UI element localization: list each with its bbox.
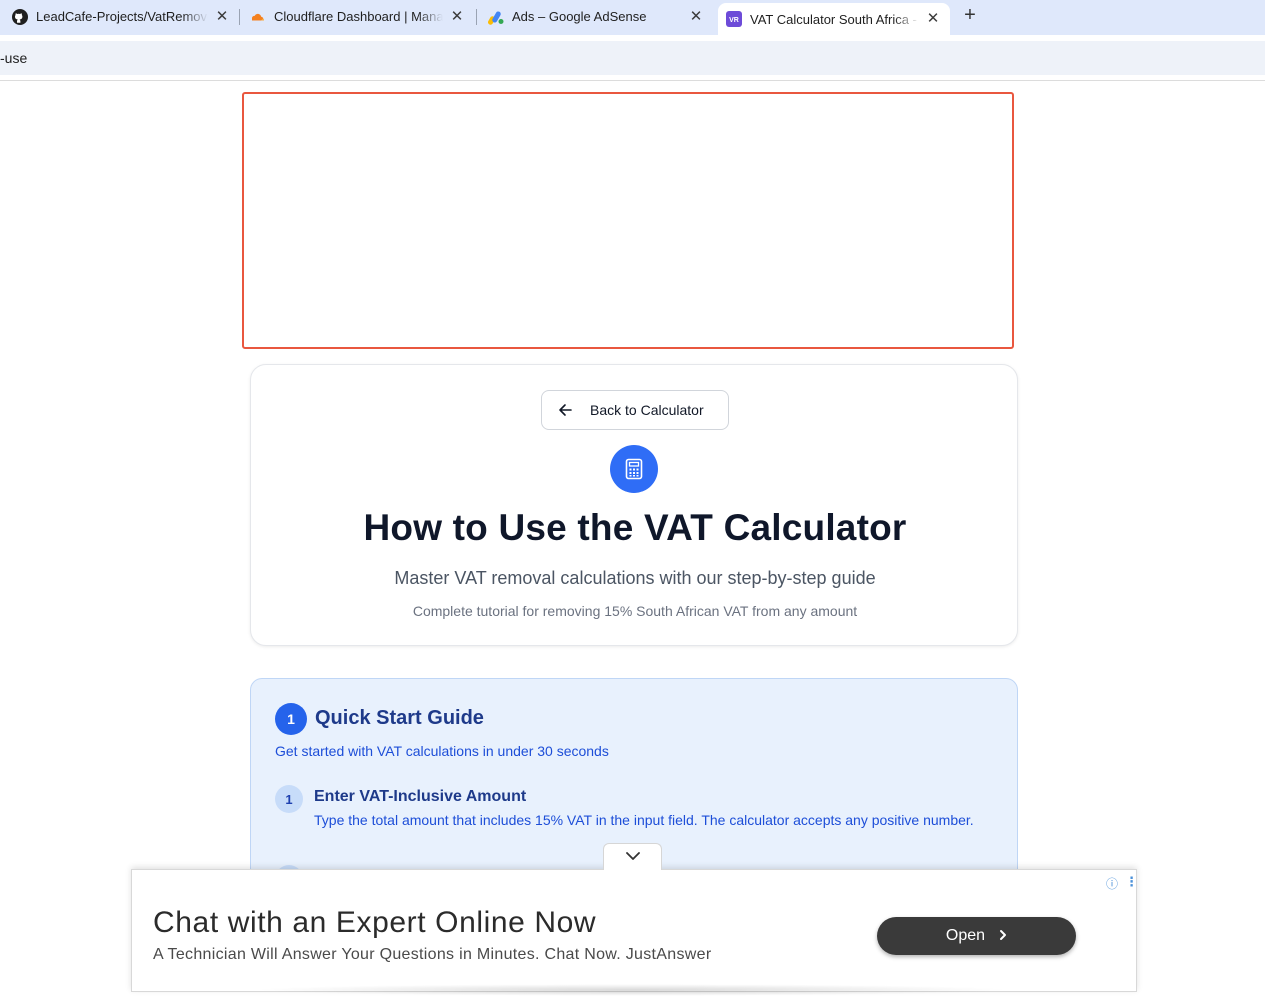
ad-placeholder (242, 92, 1014, 349)
tab-strip: LeadCafe-Projects/VatRemover ✕ Cloudflar… (0, 0, 1265, 35)
tab-github[interactable]: LeadCafe-Projects/VatRemover ✕ (12, 0, 230, 33)
page-tagline: Complete tutorial for removing 15% South… (412, 603, 858, 619)
section-number-badge: 1 (275, 703, 307, 735)
ad-shadow (252, 984, 1012, 996)
github-icon (12, 8, 28, 25)
tab-adsense[interactable]: Ads – Google AdSense ✕ (488, 0, 704, 33)
step-number-badge: 1 (275, 785, 303, 813)
bookmark-bar: -use (0, 41, 1265, 75)
calculator-icon (610, 445, 658, 493)
close-icon[interactable]: ✕ (925, 11, 941, 27)
arrow-left-icon (558, 403, 572, 417)
tab-cloudflare[interactable]: Cloudflare Dashboard | Manage ✕ (250, 0, 465, 33)
close-icon[interactable]: ✕ (214, 8, 230, 25)
hero-card: Back to Calculator How to Use the VAT Ca… (250, 364, 1018, 646)
bookmark-item[interactable]: -use (0, 50, 27, 66)
close-icon[interactable]: ✕ (449, 8, 465, 25)
tab-vat-calculator[interactable]: VR VAT Calculator South Africa - ✕ (718, 3, 950, 35)
tab-title: Cloudflare Dashboard | Manage (274, 9, 443, 24)
back-button-label: Back to Calculator (590, 402, 704, 418)
step-text: Type the total amount that includes 15% … (314, 812, 974, 828)
ad-body[interactable]: A Technician Will Answer Your Questions … (153, 946, 711, 964)
page-title: How to Use the VAT Calculator (363, 507, 907, 548)
section-description: Get started with VAT calculations in und… (275, 743, 609, 759)
tab-title: VAT Calculator South Africa - (750, 11, 917, 27)
collapse-ad-button[interactable] (603, 843, 662, 870)
new-tab-icon[interactable]: + (960, 5, 980, 25)
ad-headline[interactable]: Chat with an Expert Online Now (153, 906, 596, 940)
ad-info-icon[interactable]: ⓘ (1106, 875, 1118, 892)
browser-toolbar: -use (0, 35, 1265, 81)
tab-divider (239, 9, 240, 25)
section-title: Quick Start Guide (315, 707, 484, 729)
ad-menu-icon[interactable]: ⋮ (1125, 874, 1138, 890)
chevron-right-icon (999, 928, 1007, 944)
adsense-icon (488, 9, 504, 25)
ad-open-label: Open (945, 927, 986, 944)
anchor-ad[interactable]: ⓘ ⋮ Chat with an Expert Online Now A Tec… (131, 869, 1138, 996)
close-icon[interactable]: ✕ (688, 8, 704, 25)
ad-open-button[interactable]: Open (877, 917, 1076, 955)
page-subtitle: Master VAT removal calculations with our… (394, 568, 876, 588)
chevron-down-icon (625, 848, 641, 866)
vr-icon: VR (726, 11, 742, 27)
tab-title: Ads – Google AdSense (512, 9, 647, 24)
cloudflare-icon (250, 9, 266, 25)
step-title: Enter VAT-Inclusive Amount (314, 788, 527, 805)
tab-divider (476, 9, 477, 25)
back-to-calculator-button[interactable]: Back to Calculator (541, 390, 729, 430)
svg-text:VR: VR (729, 17, 739, 24)
tab-title: LeadCafe-Projects/VatRemover (36, 9, 208, 24)
